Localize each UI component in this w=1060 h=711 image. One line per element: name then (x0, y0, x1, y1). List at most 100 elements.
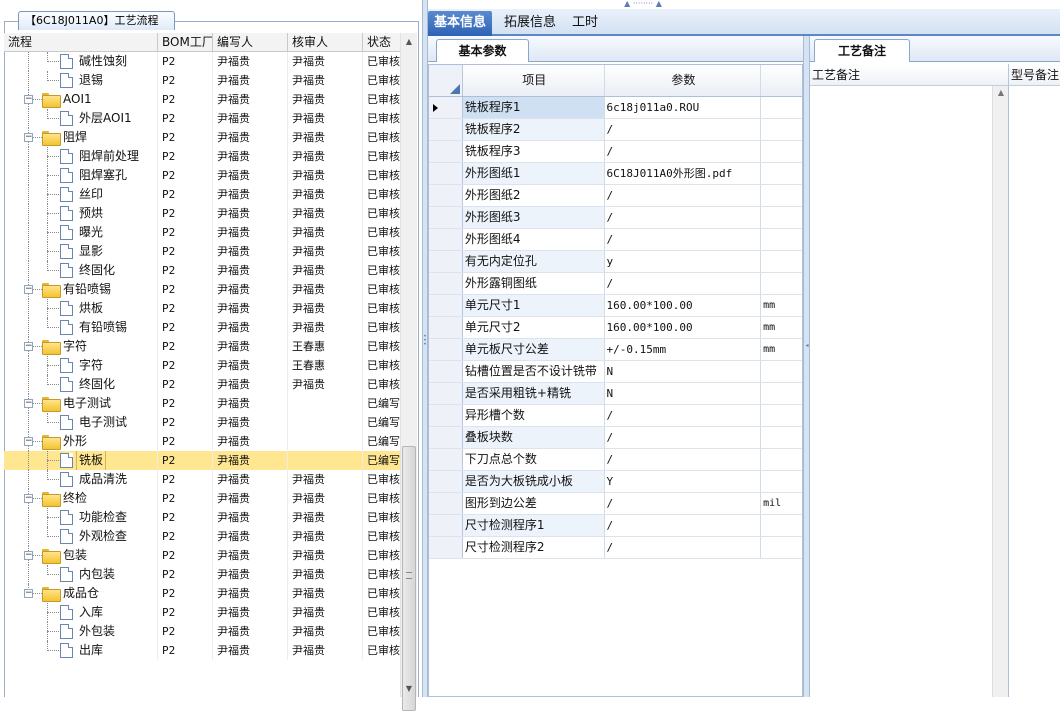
col-header-status[interactable]: 状态 (363, 33, 400, 52)
tree-group-row[interactable]: − 阻焊 P2 尹福贵 尹福贵 已审核 (4, 128, 400, 147)
tree-row[interactable]: 铣板 P2 尹福贵 已编写 (4, 451, 400, 470)
param-value[interactable]: / (604, 273, 762, 294)
tree-scrollbar[interactable]: ▲ ▼ (400, 33, 417, 711)
params-row[interactable]: 外形图纸1 6C18J011A0外形图.pdf (429, 163, 802, 185)
col-header-item[interactable]: 项目 (463, 65, 605, 96)
param-value[interactable]: +/-0.15mm (604, 339, 762, 360)
col-header-process-notes[interactable]: 工艺备注 (810, 64, 1009, 86)
tree-row[interactable]: 内包装 P2 尹福贵 尹福贵 已审核 (4, 565, 400, 584)
tree-node[interactable]: 阻焊前处理 (4, 147, 158, 166)
tree-node[interactable]: 电子测试 (4, 413, 158, 432)
param-value[interactable]: / (604, 405, 762, 426)
param-value[interactable]: 6c18j011a0.ROU (604, 97, 762, 118)
params-row[interactable]: 下刀点总个数 / (429, 449, 802, 471)
col-header-bom[interactable]: BOM工厂 (158, 33, 213, 52)
params-row[interactable]: 单元尺寸1 160.00*100.00 mm (429, 295, 802, 317)
param-value[interactable]: / (604, 449, 762, 470)
tree-row[interactable]: 曝光 P2 尹福贵 尹福贵 已审核 (4, 223, 400, 242)
col-header-param[interactable]: 参数 (605, 65, 762, 96)
tree-node[interactable]: 显影 (4, 242, 158, 261)
collapse-icon[interactable]: − (24, 437, 33, 446)
params-row[interactable]: 是否采用粗铣+精铣 N (429, 383, 802, 405)
tree-row[interactable]: 外层AOI1 P2 尹福贵 尹福贵 已审核 (4, 109, 400, 128)
tree-node[interactable]: 退锡 (4, 71, 158, 90)
params-row[interactable]: 钻槽位置是否不设计铣带 N (429, 361, 802, 383)
tree-node[interactable]: 外观检查 (4, 527, 158, 546)
param-value[interactable]: N (604, 383, 762, 404)
row-indicator[interactable] (429, 141, 463, 162)
tree-node[interactable]: 终固化 (4, 261, 158, 280)
row-indicator[interactable] (429, 207, 463, 228)
row-indicator[interactable] (429, 405, 463, 426)
params-row[interactable]: 外形露铜图纸 / (429, 273, 802, 295)
tree-group-row[interactable]: − 字符 P2 尹福贵 王春惠 已审核 (4, 337, 400, 356)
tree-node[interactable]: 功能检查 (4, 508, 158, 527)
row-indicator[interactable] (429, 119, 463, 140)
row-indicator[interactable] (429, 471, 463, 492)
tree-node[interactable]: 内包装 (4, 565, 158, 584)
param-value[interactable]: / (604, 229, 762, 250)
scroll-thumb[interactable] (402, 446, 416, 711)
params-row[interactable]: 外形图纸4/ (429, 229, 802, 251)
param-value[interactable]: 6C18J011A0外形图.pdf (604, 163, 762, 184)
col-header-writer[interactable]: 编写人 (213, 33, 288, 52)
tree-node[interactable]: 入库 (4, 603, 158, 622)
row-indicator[interactable] (429, 427, 463, 448)
collapse-icon[interactable]: − (24, 589, 33, 598)
collapse-icon[interactable]: − (24, 95, 33, 104)
tree-node[interactable]: − 终检 (4, 489, 158, 508)
tree-row[interactable]: 外包装 P2 尹福贵 尹福贵 已审核 (4, 622, 400, 641)
tree-row[interactable]: 成品清洗 P2 尹福贵 尹福贵 已审核 (4, 470, 400, 489)
row-indicator[interactable] (429, 493, 463, 514)
right-splitter[interactable]: ◂ (803, 36, 810, 697)
tree-row[interactable]: 丝印 P2 尹福贵 尹福贵 已审核 (4, 185, 400, 204)
col-header-process[interactable]: 流程 (4, 33, 158, 52)
row-indicator[interactable] (429, 163, 463, 184)
col-header-unit[interactable] (761, 65, 802, 96)
row-indicator[interactable] (429, 339, 463, 360)
params-row[interactable]: 尺寸检测程序2/ (429, 537, 802, 559)
tree-node[interactable]: 有铅喷锡 (4, 318, 158, 337)
row-indicator[interactable] (429, 449, 463, 470)
tree-row[interactable]: 退锡 P2 尹福贵 尹福贵 已审核 (4, 71, 400, 90)
notes-body[interactable]: ▲ (810, 86, 1060, 697)
tree-node[interactable]: − 字符 (4, 337, 158, 356)
tree-row[interactable]: 功能检查 P2 尹福贵 尹福贵 已审核 (4, 508, 400, 527)
tree-group-row[interactable]: − 终检 P2 尹福贵 尹福贵 已审核 (4, 489, 400, 508)
row-indicator[interactable] (429, 515, 463, 536)
tree-row[interactable]: 阻焊前处理 P2 尹福贵 尹福贵 已审核 (4, 147, 400, 166)
tree-node[interactable]: 字符 (4, 356, 158, 375)
params-row[interactable]: 图形到边公差 / mil (429, 493, 802, 515)
tree-node[interactable]: − AOI1 (4, 90, 158, 109)
scroll-down-icon[interactable]: ▼ (401, 680, 417, 697)
scroll-up-icon[interactable]: ▲ (993, 88, 1009, 97)
tree-row[interactable]: 终固化 P2 尹福贵 尹福贵 已审核 (4, 375, 400, 394)
param-value[interactable]: / (604, 141, 762, 162)
tree-node[interactable]: 外层AOI1 (4, 109, 158, 128)
tree-node[interactable]: − 有铅喷锡 (4, 280, 158, 299)
tab-extended-info[interactable]: 拓展信息 (498, 11, 562, 36)
param-value[interactable]: / (604, 185, 762, 206)
params-row[interactable]: 铣板程序2/ (429, 119, 802, 141)
collapse-icon[interactable]: − (24, 285, 33, 294)
param-value[interactable]: / (604, 493, 762, 514)
tree-row[interactable]: 出库 P2 尹福贵 尹福贵 已审核 (4, 641, 400, 660)
tree-row[interactable]: 终固化 P2 尹福贵 尹福贵 已审核 (4, 261, 400, 280)
tree-row[interactable]: 显影 P2 尹福贵 尹福贵 已审核 (4, 242, 400, 261)
param-value[interactable]: 160.00*100.00 (604, 317, 762, 338)
tree-node[interactable]: 成品清洗 (4, 470, 158, 489)
tree-group-row[interactable]: − 外形 P2 尹福贵 已编写 (4, 432, 400, 451)
collapse-icon[interactable]: − (24, 551, 33, 560)
tree-row[interactable]: 字符 P2 尹福贵 王春惠 已审核 (4, 356, 400, 375)
params-row[interactable]: 铣板程序1 6c18j011a0.ROU (429, 97, 802, 119)
param-value[interactable]: Y (604, 471, 762, 492)
row-indicator[interactable] (429, 97, 463, 118)
tree-group-row[interactable]: − AOI1 P2 尹福贵 尹福贵 已审核 (4, 90, 400, 109)
row-indicator[interactable] (429, 383, 463, 404)
tab-basic-params[interactable]: 基本参数 (436, 39, 529, 62)
row-indicator[interactable] (429, 229, 463, 250)
notes-scrollbar[interactable]: ▲ (992, 86, 1009, 697)
tree-group-row[interactable]: − 有铅喷锡 P2 尹福贵 尹福贵 已审核 (4, 280, 400, 299)
tree-group-row[interactable]: − 成品仓 P2 尹福贵 尹福贵 已审核 (4, 584, 400, 603)
row-indicator[interactable] (429, 317, 463, 338)
